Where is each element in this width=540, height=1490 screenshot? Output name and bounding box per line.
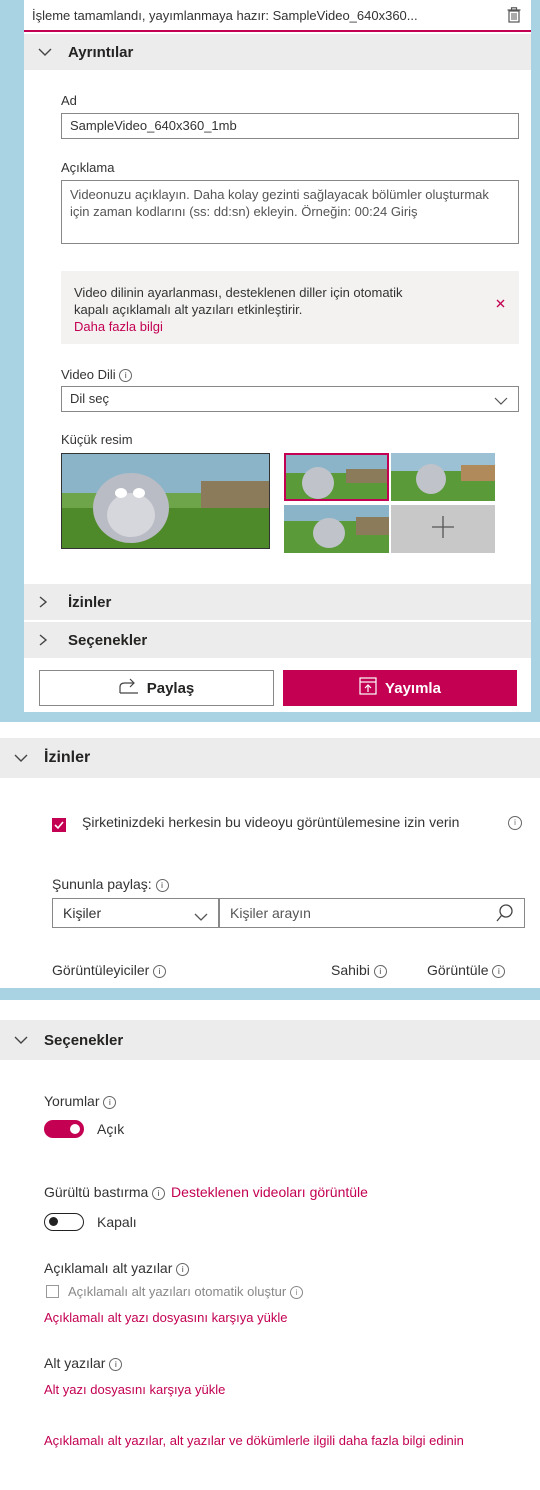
supported-videos-link[interactable]: Desteklenen videoları görüntüle <box>171 1184 368 1200</box>
info-icon[interactable]: i <box>153 964 167 978</box>
search-placeholder: Kişiler arayın <box>230 905 311 921</box>
thumbnail-label: Küçük resim <box>61 432 133 447</box>
info-icon[interactable]: i <box>492 964 506 978</box>
search-icon[interactable] <box>496 904 514 925</box>
options-header[interactable]: Seçenekler <box>0 1020 540 1060</box>
noise-suppression-toggle[interactable] <box>44 1213 84 1231</box>
info-text: Video dilinin ayarlanması, desteklenen d… <box>74 285 403 317</box>
share-label: Paylaş <box>146 679 195 697</box>
permissions-header[interactable]: İzinler <box>0 738 540 778</box>
details-panel: İşleme tamamlandı, yayımlanmaya hazır: S… <box>24 0 531 712</box>
learn-more-link[interactable]: Açıklamalı alt yazılar, alt yazılar ve d… <box>44 1432 524 1450</box>
add-thumbnail-button[interactable] <box>391 505 495 553</box>
language-select-value: Dil seç <box>70 391 110 406</box>
status-bar: İşleme tamamlandı, yayımlanmaya hazır: S… <box>24 0 531 32</box>
share-type-value: Kişiler <box>63 905 102 921</box>
viewers-label: Görüntüleyiciler i <box>52 962 167 978</box>
comments-state: Açık <box>97 1121 125 1137</box>
info-icon[interactable]: i <box>109 1357 123 1371</box>
language-label: Video Dili i <box>61 367 133 383</box>
language-select[interactable]: Dil seç <box>61 386 519 412</box>
permissions-collapsed-header[interactable]: İzinler <box>24 584 531 620</box>
share-type-select[interactable]: Kişiler <box>52 898 219 928</box>
description-label: Açıklama <box>61 160 115 175</box>
info-icon[interactable]: i <box>176 1262 190 1276</box>
company-view-checkbox[interactable] <box>52 818 66 837</box>
more-info-link[interactable]: Daha fazla bilgi <box>74 319 163 334</box>
chevron-right-icon <box>38 596 60 608</box>
info-icon[interactable]: i <box>103 1095 117 1109</box>
closed-captions-label: Açıklamalı alt yazılar i <box>44 1260 190 1276</box>
chevron-down-icon <box>494 394 508 409</box>
auto-captions-label: Açıklamalı alt yazıları otomatik oluştur… <box>68 1284 303 1300</box>
options-panel <box>0 1000 540 1490</box>
permissions-collapsed-label: İzinler <box>68 593 112 611</box>
people-search-input[interactable]: Kişiler arayın <box>219 898 525 928</box>
close-icon[interactable] <box>496 295 505 313</box>
options-collapsed-label: Seçenekler <box>68 631 148 649</box>
details-header[interactable]: Ayrıntılar <box>24 34 531 70</box>
noise-suppression-state: Kapalı <box>97 1214 137 1230</box>
chevron-down-icon <box>194 909 208 925</box>
thumbnail-option-selected[interactable] <box>284 453 389 501</box>
publish-button[interactable]: Yayımla <box>283 670 517 706</box>
options-header-label: Seçenekler <box>44 1031 124 1049</box>
share-icon <box>119 678 139 698</box>
permissions-header-label: İzinler <box>44 749 91 766</box>
status-text: İşleme tamamlandı, yayımlanmaya hazır: S… <box>32 7 418 23</box>
thumbnail-preview <box>61 453 270 549</box>
language-info-box: Video dilinin ayarlanması, desteklenen d… <box>61 271 519 344</box>
description-field[interactable]: Videonuzu açıklayın. Daha kolay gezinti … <box>61 180 519 244</box>
owner-column-label: Sahibi i <box>331 962 387 978</box>
comments-toggle[interactable] <box>44 1120 84 1138</box>
chevron-right-icon <box>38 634 60 646</box>
details-header-label: Ayrıntılar <box>68 43 134 61</box>
publish-icon <box>359 677 377 699</box>
info-icon[interactable]: i <box>373 964 387 978</box>
company-view-label: Şirketinizdeki herkesin bu videoyu görün… <box>82 814 460 830</box>
info-icon[interactable]: i <box>119 369 133 383</box>
thumbnail-option[interactable] <box>391 453 495 501</box>
auto-captions-checkbox[interactable] <box>46 1285 59 1298</box>
name-label: Ad <box>61 93 77 108</box>
view-column-label: Görüntüle i <box>427 962 506 978</box>
chevron-down-icon <box>38 47 60 57</box>
info-icon[interactable]: i <box>155 878 169 892</box>
comments-label: Yorumlar i <box>44 1093 117 1109</box>
trash-icon[interactable] <box>505 6 523 24</box>
share-with-label: Şununla paylaş: i <box>52 876 169 892</box>
chevron-down-icon <box>14 1035 36 1045</box>
upload-captions-link[interactable]: Açıklamalı alt yazı dosyasını karşıya yü… <box>44 1310 287 1325</box>
upload-subtitles-link[interactable]: Alt yazı dosyasını karşıya yükle <box>44 1382 225 1397</box>
plus-icon <box>432 515 454 543</box>
options-collapsed-header[interactable]: Seçenekler <box>24 622 531 658</box>
info-icon[interactable]: i <box>289 1286 303 1300</box>
noise-suppression-label: Gürültü bastırma i Desteklenen videoları… <box>44 1184 368 1200</box>
name-field[interactable]: SampleVideo_640x360_1mb <box>61 113 519 139</box>
thumbnail-option[interactable] <box>284 505 389 553</box>
publish-label: Yayımla <box>385 679 441 697</box>
share-button[interactable]: Paylaş <box>39 670 274 706</box>
info-icon[interactable]: i <box>508 816 522 830</box>
info-icon[interactable]: i <box>152 1186 166 1200</box>
chevron-down-icon <box>14 753 36 763</box>
subtitles-label: Alt yazılar i <box>44 1355 123 1371</box>
